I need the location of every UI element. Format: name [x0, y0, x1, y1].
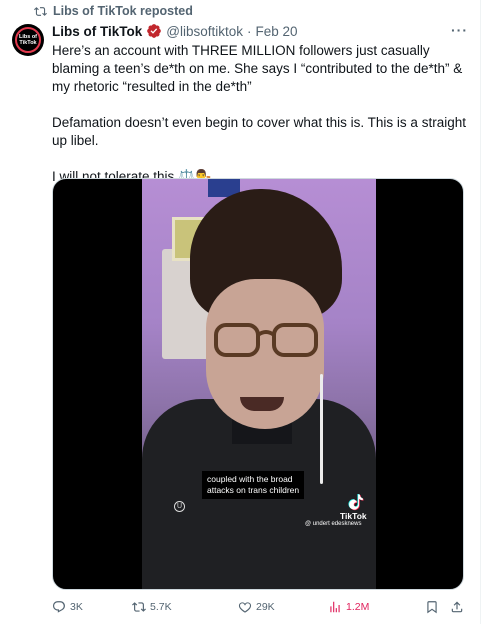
jacket-logo-badge: U	[174, 501, 185, 512]
video-frame[interactable]: U coupled with the broad attacks on tran…	[142, 179, 376, 589]
share-icon	[451, 601, 463, 613]
verified-badge-icon[interactable]	[146, 23, 162, 39]
share-button[interactable]	[450, 600, 464, 614]
tiktok-logo-icon	[348, 494, 364, 511]
video-player[interactable]: U coupled with the broad attacks on tran…	[52, 178, 464, 590]
author-name[interactable]: Libs of TikTok	[52, 24, 142, 39]
reply-count: 3K	[70, 601, 83, 613]
avatar[interactable]: Libs of TikTok	[12, 24, 44, 56]
like-button[interactable]: 29K	[238, 600, 275, 614]
reply-icon	[53, 601, 65, 613]
like-count: 29K	[256, 601, 275, 613]
tweet-paragraph: Here’s an account with THREE MILLION fol…	[52, 43, 463, 94]
tiktok-watermark-handle: @ undert edesknews	[305, 521, 362, 527]
tweet-card[interactable]: Libs of TikTok reposted Libs of TikTok L…	[0, 0, 481, 624]
person-glasses	[214, 323, 318, 357]
views-count: 1.2M	[346, 601, 370, 613]
tweet-header: Libs of TikTok @libsoftiktok · Feb 20	[52, 23, 298, 39]
earbud-cable	[320, 374, 323, 484]
video-caption: coupled with the broad attacks on trans …	[202, 471, 305, 499]
tweet-text: Here’s an account with THREE MILLION fol…	[52, 42, 468, 186]
repost-icon	[34, 6, 47, 16]
repost-count: 5.7K	[150, 601, 172, 613]
tiktok-watermark-brand: TikTok	[340, 511, 367, 521]
author-handle[interactable]: @libsoftiktok	[166, 24, 243, 39]
tweet-date[interactable]: Feb 20	[256, 24, 298, 39]
bookmark-button[interactable]	[425, 600, 439, 614]
more-options-button[interactable]: ···	[451, 22, 468, 38]
reply-button[interactable]: 3K	[52, 600, 83, 614]
header-separator: ·	[247, 23, 252, 39]
avatar-logo-text: Libs of TikTok	[18, 34, 38, 46]
tweet-paragraph: Defamation doesn’t even begin to cover w…	[52, 115, 466, 148]
action-bar: 3K 5.7K 29K 1.2M	[52, 600, 468, 620]
views-button[interactable]: 1.2M	[328, 600, 369, 614]
avatar-ring: Libs of TikTok	[15, 27, 41, 53]
repost-icon	[132, 602, 146, 612]
repost-banner-label[interactable]: Libs of TikTok reposted	[53, 4, 193, 18]
repost-banner: Libs of TikTok reposted	[34, 4, 193, 18]
heart-icon	[238, 602, 252, 613]
analytics-icon	[330, 601, 340, 613]
repost-button[interactable]: 5.7K	[132, 600, 172, 614]
bookmark-icon	[427, 601, 437, 614]
